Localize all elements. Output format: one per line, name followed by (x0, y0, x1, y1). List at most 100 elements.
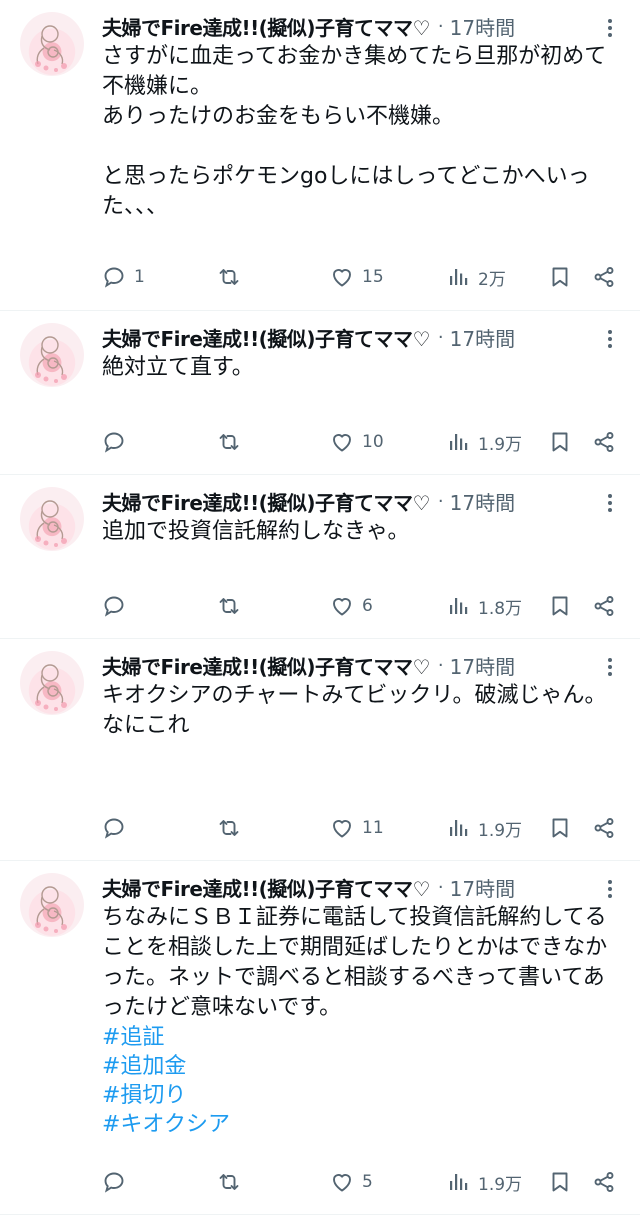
share-button[interactable] (592, 430, 616, 454)
view-count: 1.9万 (478, 434, 523, 455)
views-chart-icon (446, 594, 470, 618)
retweet-button[interactable] (217, 265, 249, 289)
like-button[interactable]: 10 (330, 430, 384, 454)
more-dots-icon[interactable] (600, 491, 620, 515)
retweet-button[interactable] (217, 1170, 249, 1194)
retweet-button[interactable] (217, 816, 249, 840)
more-dots-icon[interactable] (600, 877, 620, 901)
tweet-text: さすがに血走ってお金かき集めてたら旦那が初めて不機嫌に。 ありったけのお金をもら… (102, 44, 607, 219)
author-name[interactable]: 夫婦でFire達成!!(擬似)子育てママ♡ (102, 651, 430, 680)
timestamp[interactable]: 17時間 (450, 873, 515, 902)
timestamp[interactable]: 17時間 (450, 487, 515, 516)
more-dots-icon[interactable] (600, 16, 620, 40)
hashtag-link[interactable]: #キオクシア (102, 1110, 620, 1139)
reply-count: 1 (134, 267, 145, 287)
separator-dot: · (437, 654, 444, 676)
tweet-body: 夫婦でFire達成!!(擬似)子育てママ♡ · 17時間 ちなみにＳＢＩ証券に電… (102, 869, 620, 1139)
share-button[interactable] (592, 816, 616, 840)
like-count: 15 (362, 267, 384, 287)
avatar[interactable] (20, 323, 84, 387)
tweet-text: キオクシアのチャートみてビックリ。破滅じゃん。 なにこれ (102, 683, 607, 738)
tweet-body: 夫婦でFire達成!!(擬似)子育てママ♡ · 17時間 キオクシアのチャートみ… (102, 647, 620, 741)
reply-button[interactable] (102, 1170, 134, 1194)
retweet-button[interactable] (217, 594, 249, 618)
hashtag-list: #追証 #追加金 #損切り #キオクシア (102, 1023, 620, 1139)
tweet-body: 夫婦でFire達成!!(擬似)子育てママ♡ · 17時間 絶対立て直す。 (102, 319, 620, 383)
tweet-text: 追加で投資信託解約しなきゃ。 (102, 519, 410, 544)
author-name[interactable]: 夫婦でFire達成!!(擬似)子育てママ♡ (102, 323, 430, 352)
like-button[interactable]: 6 (330, 594, 373, 618)
share-icon (592, 594, 616, 618)
views-chart-icon (446, 816, 470, 840)
action-bar: 6 1.8万 (102, 591, 618, 621)
bookmark-button[interactable] (548, 816, 572, 840)
tweet-header: 夫婦でFire達成!!(擬似)子育てママ♡ · 17時間 (102, 483, 620, 519)
timestamp[interactable]: 17時間 (450, 323, 515, 352)
tweet[interactable]: 夫婦でFire達成!!(擬似)子育てママ♡ · 17時間 キオクシアのチャートみ… (0, 639, 640, 861)
views-button[interactable]: 1.9万 (446, 430, 522, 455)
retweet-button[interactable] (217, 430, 249, 454)
reply-button[interactable] (102, 430, 134, 454)
more-dots-icon[interactable] (600, 655, 620, 679)
avatar[interactable] (20, 12, 84, 76)
share-icon (592, 816, 616, 840)
bookmark-button[interactable] (548, 265, 572, 289)
timestamp[interactable]: 17時間 (450, 12, 515, 41)
views-button[interactable]: 1.9万 (446, 816, 522, 841)
separator-dot: · (437, 876, 444, 898)
author-name[interactable]: 夫婦でFire達成!!(擬似)子育てママ♡ (102, 873, 430, 902)
bookmark-icon (548, 816, 572, 840)
hashtag-link[interactable]: #追加金 (102, 1052, 620, 1081)
reply-icon (102, 816, 126, 840)
views-button[interactable]: 1.9万 (446, 1170, 522, 1195)
like-button[interactable]: 15 (330, 265, 384, 289)
like-count: 10 (362, 432, 384, 452)
bookmark-button[interactable] (548, 1170, 572, 1194)
tweet[interactable]: 夫婦でFire達成!!(擬似)子育てママ♡ · 17時間 ちなみにＳＢＩ証券に電… (0, 861, 640, 1215)
hashtag-link[interactable]: #追証 (102, 1023, 620, 1052)
views-button[interactable]: 2万 (446, 265, 506, 290)
bookmark-button[interactable] (548, 430, 572, 454)
share-button[interactable] (592, 265, 616, 289)
action-bar: 5 1.9万 (102, 1167, 618, 1197)
views-chart-icon (446, 430, 470, 454)
avatar[interactable] (20, 873, 84, 937)
avatar[interactable] (20, 487, 84, 551)
views-chart-icon (446, 1170, 470, 1194)
heart-icon (330, 816, 354, 840)
reply-icon (102, 1170, 126, 1194)
share-button[interactable] (592, 594, 616, 618)
reply-button[interactable]: 1 (102, 265, 145, 289)
retweet-icon (217, 1170, 241, 1194)
views-button[interactable]: 1.8万 (446, 594, 522, 619)
tweet-header: 夫婦でFire達成!!(擬似)子育てママ♡ · 17時間 (102, 8, 620, 44)
bookmark-icon (548, 430, 572, 454)
share-icon (592, 430, 616, 454)
share-icon (592, 1170, 616, 1194)
tweet[interactable]: 夫婦でFire達成!!(擬似)子育てママ♡ · 17時間 さすがに血走ってお金か… (0, 0, 640, 311)
bookmark-button[interactable] (548, 594, 572, 618)
bookmark-icon (548, 594, 572, 618)
action-bar: 10 1.9万 (102, 427, 618, 457)
reply-icon (102, 265, 126, 289)
timestamp[interactable]: 17時間 (450, 651, 515, 680)
like-button[interactable]: 11 (330, 816, 384, 840)
like-count: 6 (362, 596, 373, 616)
retweet-icon (217, 265, 241, 289)
reply-button[interactable] (102, 816, 134, 840)
tweet[interactable]: 夫婦でFire達成!!(擬似)子育てママ♡ · 17時間 絶対立て直す。 10 … (0, 311, 640, 475)
author-name[interactable]: 夫婦でFire達成!!(擬似)子育てママ♡ (102, 12, 430, 41)
tweet[interactable]: 夫婦でFire達成!!(擬似)子育てママ♡ · 17時間 追加で投資信託解約しな… (0, 475, 640, 639)
hashtag-link[interactable]: #損切り (102, 1081, 620, 1110)
more-dots-icon[interactable] (600, 327, 620, 351)
avatar[interactable] (20, 651, 84, 715)
reply-button[interactable] (102, 594, 134, 618)
author-name[interactable]: 夫婦でFire達成!!(擬似)子育てママ♡ (102, 487, 430, 516)
retweet-icon (217, 430, 241, 454)
like-count: 11 (362, 818, 384, 838)
bookmark-icon (548, 265, 572, 289)
separator-dot: · (437, 490, 444, 512)
tweet-body: 夫婦でFire達成!!(擬似)子育てママ♡ · 17時間 さすがに血走ってお金か… (102, 8, 620, 222)
share-button[interactable] (592, 1170, 616, 1194)
like-button[interactable]: 5 (330, 1170, 373, 1194)
